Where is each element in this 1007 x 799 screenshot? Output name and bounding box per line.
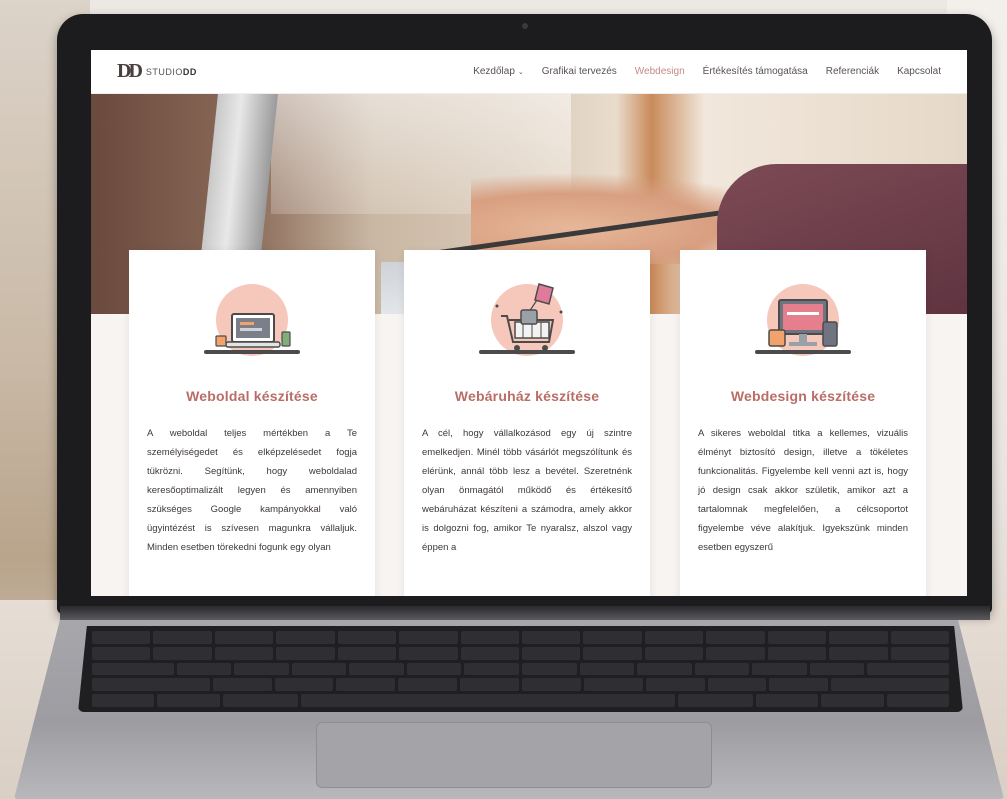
hero-monitor [200,94,278,264]
keyboard-row [92,646,949,660]
service-card-website: Weboldal készítése A weboldal teljes mér… [129,250,375,596]
laptop-screen: DD STUDIODD Kezdőlap ⌄ Grafikai tervezés … [91,50,967,596]
laptop-keyboard [78,626,963,712]
keyboard-row [92,631,949,644]
card-title: Weboldal készítése [186,388,318,404]
site-header: DD STUDIODD Kezdőlap ⌄ Grafikai tervezés … [91,50,967,94]
nav-item-webdesign[interactable]: Webdesign [635,66,685,77]
logo-mark: DD [117,60,143,82]
keyboard-row [92,694,949,707]
nav-item-references[interactable]: Referenciák [826,66,879,77]
site-logo[interactable]: DD STUDIODD [117,60,197,83]
laptop-touchpad [316,722,712,788]
icon-base-line [204,350,300,354]
service-card-webshop: Webáruház készítése A cél, hogy vállalko… [404,250,650,596]
service-card-webdesign: Webdesign készítése A sikeres weboldal t… [680,250,926,596]
main-menu: Kezdőlap ⌄ Grafikai tervezés Webdesign Ér… [473,66,941,77]
icon-base-line [479,350,575,354]
keyboard-row [92,662,949,676]
keyboard-row [92,678,949,692]
laptop-lid: DD STUDIODD Kezdőlap ⌄ Grafikai tervezés … [57,14,992,614]
webcam [521,23,528,29]
card-text: A sikeres weboldal titka a kellemes, viz… [698,428,908,553]
chevron-down-icon: ⌄ [517,69,524,76]
nav-item-sales-support[interactable]: Értékesítés támogatása [703,66,808,77]
nav-item-graphic-design[interactable]: Grafikai tervezés [542,66,617,77]
nav-item-home[interactable]: Kezdőlap ⌄ [473,66,524,77]
nav-item-contact[interactable]: Kapcsolat [897,66,941,77]
card-title: Webdesign készítése [730,388,876,404]
card-text: A weboldal teljes mértékben a Te személy… [147,428,357,553]
devices-icon [753,282,853,362]
laptop-desk-icon [202,282,302,362]
laptop-hinge [60,606,990,620]
card-text: A cél, hogy vállalkozásod egy új szintre… [422,428,632,553]
icon-base-line [755,350,851,354]
logo-text: STUDIODD [145,66,197,77]
shopping-cart-icon [477,282,577,362]
card-title: Webáruház készítése [454,388,600,404]
